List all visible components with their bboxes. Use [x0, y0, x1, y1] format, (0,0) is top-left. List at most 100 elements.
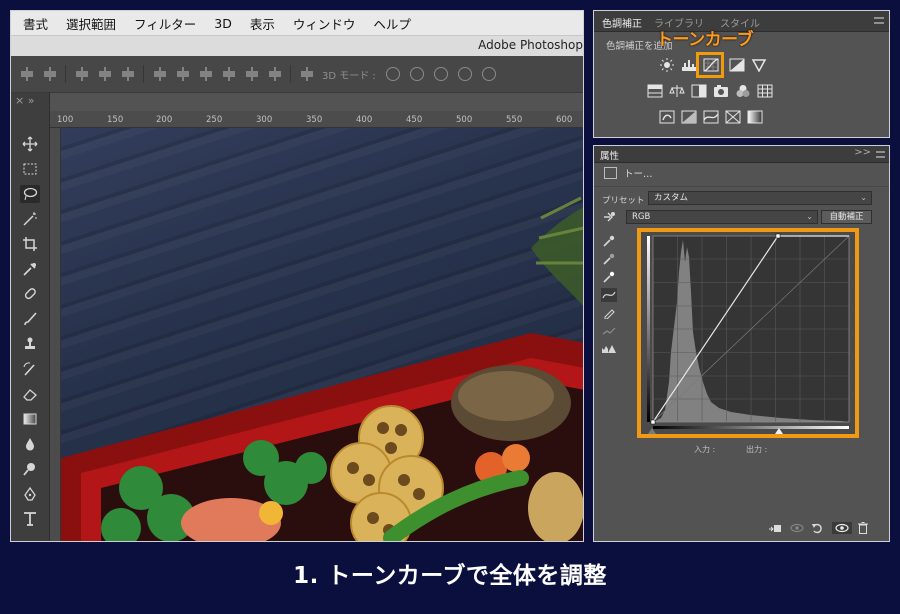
slide-icon[interactable]: [457, 67, 472, 81]
menu-bar: 書式 選択範囲 フィルター 3D 表示 ウィンドウ ヘルプ: [11, 11, 583, 35]
clipping-warning-icon[interactable]: [601, 342, 617, 356]
panel-menu-icon[interactable]: [874, 17, 884, 24]
gradient-tool-icon[interactable]: [20, 410, 40, 428]
reset-icon[interactable]: [810, 522, 824, 534]
clip-to-layer-icon[interactable]: [768, 522, 782, 534]
align-icon[interactable]: [20, 67, 34, 81]
invert-icon[interactable]: [658, 109, 676, 125]
posterize-icon[interactable]: [680, 109, 698, 125]
exposure-icon[interactable]: [728, 57, 746, 73]
document-canvas[interactable]: [61, 128, 583, 541]
black-point-slider[interactable]: [648, 428, 656, 434]
adjustments-panel: 色調補正 ライブラリ スタイル 色調補正を追加 トーンカーブ: [593, 10, 890, 138]
selective-color-icon[interactable]: [724, 109, 742, 125]
divider: [290, 65, 291, 83]
type-tool-icon[interactable]: [20, 510, 40, 528]
channel-select[interactable]: RGB ⌄: [626, 210, 818, 224]
distribute-icon[interactable]: [176, 67, 190, 81]
input-label: 入力 :: [694, 445, 716, 454]
curves-callout: トーンカーブ: [656, 30, 754, 50]
channel-mixer-icon[interactable]: [734, 83, 752, 99]
preset-label: プリセット :: [602, 196, 651, 206]
properties-header: 属性 >>: [594, 146, 889, 163]
move-tool-icon[interactable]: [20, 135, 40, 153]
color-balance-icon[interactable]: [668, 83, 686, 99]
menu-view[interactable]: 表示: [250, 14, 275, 33]
tools-panel-header[interactable]: × »: [15, 94, 34, 107]
ruler-tick: 600: [556, 115, 573, 125]
align-right-icon[interactable]: [121, 67, 135, 81]
color-lookup-icon[interactable]: [756, 83, 774, 99]
photo-filter-icon[interactable]: [712, 83, 730, 99]
menu-window[interactable]: ウィンドウ: [293, 14, 356, 33]
brightness-icon[interactable]: [658, 57, 676, 73]
distribute-icon[interactable]: [268, 67, 282, 81]
menu-type[interactable]: 書式: [23, 14, 48, 33]
menu-select[interactable]: 選択範囲: [66, 14, 116, 33]
view-previous-state-icon[interactable]: [790, 522, 804, 534]
gray-eyedropper-icon[interactable]: [601, 252, 617, 266]
distribute-icon[interactable]: [199, 67, 213, 81]
align-center-icon[interactable]: [98, 67, 112, 81]
gradient-map-icon[interactable]: [746, 109, 764, 125]
align-icon[interactable]: [43, 67, 57, 81]
divider: [143, 65, 144, 83]
roll-icon[interactable]: [409, 67, 424, 81]
divider: [65, 65, 66, 83]
black-eyedropper-icon[interactable]: [601, 234, 617, 248]
pan-icon[interactable]: [433, 67, 448, 81]
threshold-icon[interactable]: [702, 109, 720, 125]
crop-tool-icon[interactable]: [20, 235, 40, 253]
menu-filter[interactable]: フィルター: [134, 14, 196, 33]
pencil-icon[interactable]: [601, 306, 617, 320]
curves-highlight: [637, 228, 859, 438]
menu-help[interactable]: ヘルプ: [373, 14, 411, 33]
white-point-slider[interactable]: [775, 428, 783, 434]
tab-properties[interactable]: 属性: [600, 148, 619, 162]
auto-align-icon[interactable]: [300, 67, 314, 81]
marquee-tool-icon[interactable]: [20, 160, 40, 178]
3d-mode-label: 3D モード :: [322, 70, 376, 82]
dodge-tool-icon[interactable]: [20, 460, 40, 478]
target-adjust-icon[interactable]: [601, 210, 617, 224]
photoshop-window: 書式 選択範囲 フィルター 3D 表示 ウィンドウ ヘルプ Adobe Phot…: [10, 10, 584, 542]
properties-title: トー…: [624, 169, 653, 180]
curve-point-icon[interactable]: [601, 288, 617, 302]
visibility-eye-icon[interactable]: [832, 522, 852, 534]
auto-button[interactable]: 自動補正: [821, 210, 872, 224]
distribute-icon[interactable]: [222, 67, 236, 81]
panel-menu-icon[interactable]: [876, 151, 885, 158]
distribute-icon[interactable]: [153, 67, 167, 81]
align-left-icon[interactable]: [75, 67, 89, 81]
hue-saturation-icon[interactable]: [646, 83, 664, 99]
pen-tool-icon[interactable]: [20, 485, 40, 503]
brush-tool-icon[interactable]: [20, 310, 40, 328]
chevron-down-icon: ⌄: [806, 212, 813, 221]
white-eyedropper-icon[interactable]: [601, 270, 617, 284]
ruler-tick: 300: [256, 115, 273, 125]
smooth-icon[interactable]: [601, 324, 617, 338]
vibrance-icon[interactable]: [750, 57, 768, 73]
eyedropper-tool-icon[interactable]: [20, 260, 40, 278]
output-label: 出力 :: [746, 445, 768, 454]
curves-graph[interactable]: [641, 232, 855, 434]
channel-value: RGB: [632, 212, 651, 222]
blur-tool-icon[interactable]: [20, 435, 40, 453]
magic-wand-icon[interactable]: [20, 210, 40, 228]
lasso-tool-icon[interactable]: [20, 185, 40, 203]
orbit-icon[interactable]: [385, 67, 400, 81]
clone-stamp-icon[interactable]: [20, 335, 40, 353]
preset-select[interactable]: カスタム ⌄: [648, 191, 872, 205]
distribute-icon[interactable]: [245, 67, 259, 81]
app-title: Adobe Photoshop: [478, 38, 583, 52]
collapse-button[interactable]: >>: [854, 147, 871, 158]
tab-adjustments[interactable]: 色調補正: [602, 15, 642, 30]
menu-3d[interactable]: 3D: [214, 16, 232, 31]
video-camera-icon[interactable]: [481, 67, 496, 81]
ruler-tick: 450: [406, 115, 423, 125]
healing-brush-icon[interactable]: [20, 285, 40, 303]
black-white-icon[interactable]: [690, 83, 708, 99]
trash-icon[interactable]: [856, 522, 870, 534]
eraser-tool-icon[interactable]: [20, 385, 40, 403]
history-brush-icon[interactable]: [20, 360, 40, 378]
